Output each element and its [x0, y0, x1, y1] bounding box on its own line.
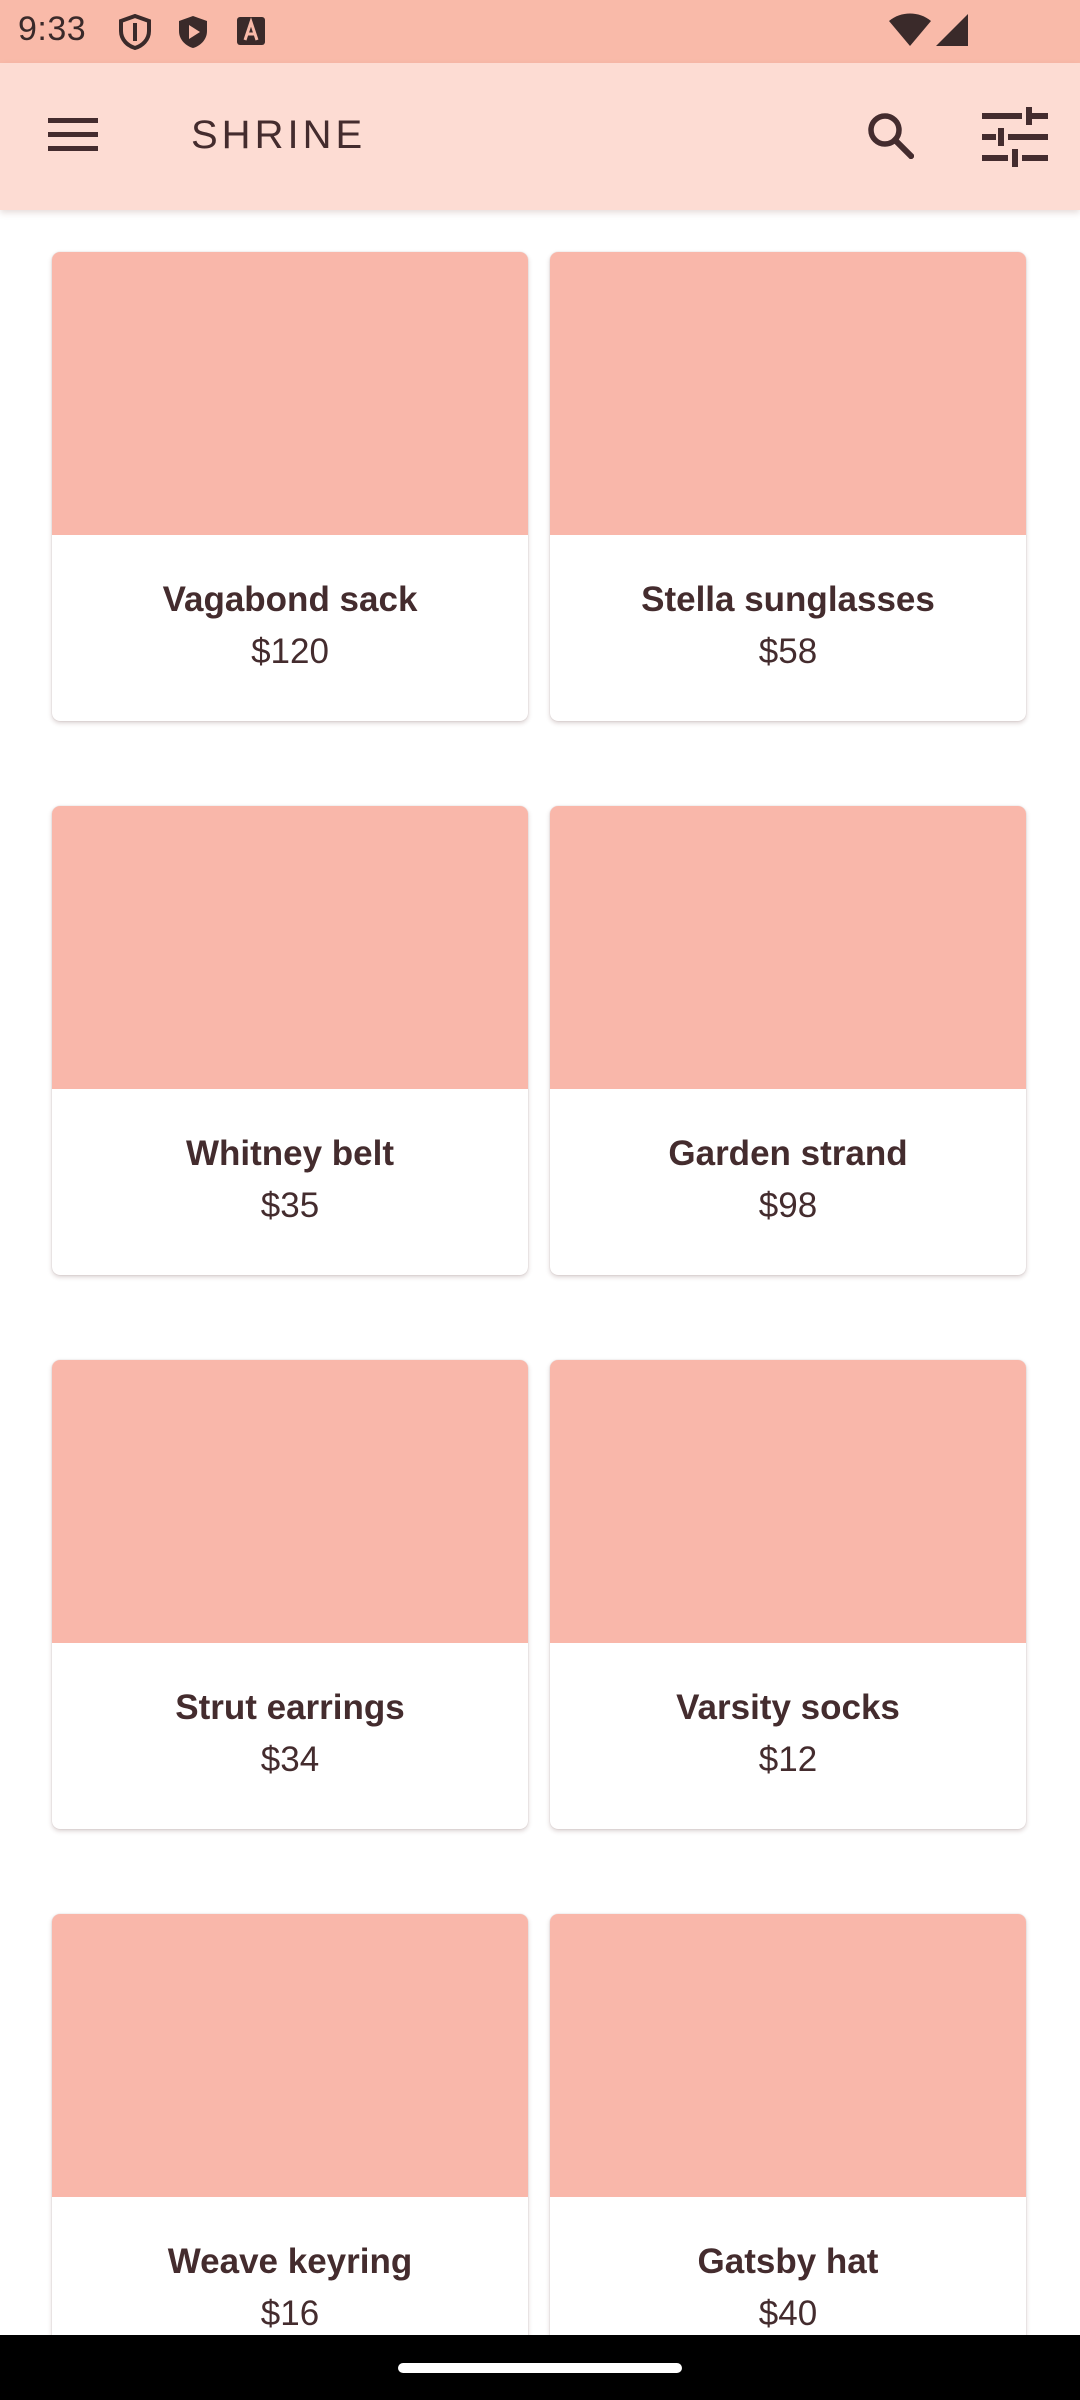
product-name: Stella sunglasses [641, 580, 935, 619]
product-image [550, 1360, 1026, 1643]
product-price: $16 [260, 2294, 320, 2333]
home-gesture-handle[interactable] [398, 2363, 682, 2373]
product-image [52, 806, 528, 1089]
product-card-vagabond-sack[interactable]: Vagabond sack $120 [52, 252, 528, 721]
product-card-gatsby-hat[interactable]: Gatsby hat $40 [550, 1914, 1026, 2383]
app-title: SHRINE [191, 113, 367, 157]
product-image [52, 1914, 528, 2197]
product-price: $40 [758, 2294, 818, 2333]
product-name: Varsity socks [676, 1688, 900, 1727]
screen: 9:33 SHRINE Vagabond sack $120 Stella su… [0, 0, 1080, 2400]
system-navigation-bar [0, 2335, 1080, 2400]
play-protect-icon [176, 14, 210, 55]
product-grid: Vagabond sack $120 Stella sunglasses $58… [52, 252, 1028, 2383]
search-button[interactable] [845, 99, 935, 175]
product-name: Garden strand [668, 1134, 908, 1173]
product-name: Vagabond sack [162, 580, 418, 619]
product-price: $120 [251, 632, 329, 671]
product-name: Weave keyring [167, 2242, 413, 2281]
product-image [52, 252, 528, 535]
product-image [550, 806, 1026, 1089]
product-name: Gatsby hat [697, 2242, 879, 2281]
product-card-strut-earrings[interactable]: Strut earrings $34 [52, 1360, 528, 1829]
filter-button[interactable] [970, 99, 1060, 179]
top-app-bar: SHRINE [0, 63, 1080, 210]
product-price: $58 [758, 632, 818, 671]
wifi-icon [888, 12, 932, 53]
product-price: $12 [758, 1740, 818, 1779]
product-card-garden-strand[interactable]: Garden strand $98 [550, 806, 1026, 1275]
product-price: $34 [260, 1740, 320, 1779]
shield-icon [118, 13, 152, 55]
product-name: Strut earrings [175, 1688, 405, 1727]
product-card-stella-sunglasses[interactable]: Stella sunglasses $58 [550, 252, 1026, 721]
product-card-varsity-socks[interactable]: Varsity socks $12 [550, 1360, 1026, 1829]
menu-button[interactable] [30, 93, 116, 179]
product-price: $98 [758, 1186, 818, 1225]
product-name: Whitney belt [185, 1134, 395, 1173]
product-image [550, 1914, 1026, 2197]
product-card-weave-keyring[interactable]: Weave keyring $16 [52, 1914, 528, 2383]
status-time: 9:33 [18, 10, 87, 48]
product-image [550, 252, 1026, 535]
product-card-whitney-belt[interactable]: Whitney belt $35 [52, 806, 528, 1275]
text-a-icon [236, 16, 266, 51]
product-price: $35 [260, 1186, 320, 1225]
tune-icon [982, 106, 1048, 172]
product-image [52, 1360, 528, 1643]
status-bar: 9:33 [0, 0, 1080, 63]
menu-icon [48, 116, 98, 157]
cell-signal-icon [934, 12, 970, 53]
search-icon [866, 111, 916, 164]
